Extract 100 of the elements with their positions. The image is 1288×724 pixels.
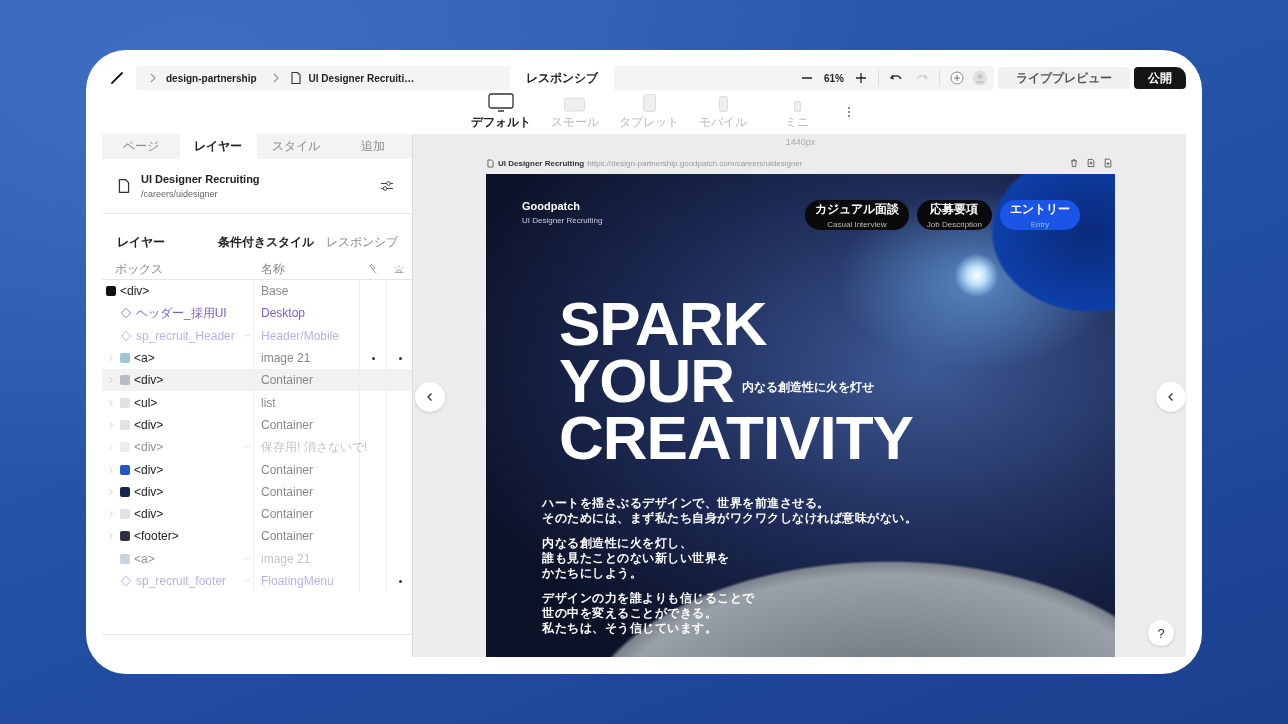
layer-tag: <div> <box>134 507 253 522</box>
headline-text: YOUR <box>559 352 735 409</box>
page-path: /careers/uidesigner <box>141 189 219 199</box>
layer-name: Header/Mobile <box>261 328 340 343</box>
layer-tag: <div> <box>134 462 253 477</box>
layer-row[interactable]: <div> Container <box>102 369 412 392</box>
nav-button[interactable]: カジュアル面談 Casual Interview <box>804 200 909 230</box>
paragraph-line: そのためには、まず私たち自身がワクワクしなければ意味がない。 <box>542 511 918 526</box>
breadcrumb-link[interactable]: design-partnership <box>166 72 257 84</box>
layer-tag: <div> <box>120 284 253 299</box>
layer-tag: <div> <box>134 373 253 388</box>
column-header: 名称 <box>260 260 286 278</box>
file-icon <box>288 71 303 85</box>
page-title: UI Designer Recruiting <box>498 158 585 168</box>
add-page-icon <box>1103 158 1113 168</box>
mode-tab[interactable]: レスポンシブ <box>326 234 398 251</box>
mode-tab[interactable]: レスポンシブ <box>510 66 614 90</box>
layer-name: Container <box>261 484 314 499</box>
layer-tag: <footer> <box>134 529 253 544</box>
page-url: https://design-partnership.goodpatch.com/careers/uidesigner <box>587 158 803 168</box>
layer-row[interactable]: <ul> list <box>102 391 412 414</box>
caret-icon <box>106 397 116 408</box>
layer-name: Container <box>261 462 314 477</box>
layer-name: image 21 <box>261 551 311 566</box>
paragraph-line: 世の中を変えることができる。 <box>542 606 718 621</box>
sliders-icon <box>380 179 394 193</box>
pin-icon <box>367 263 379 275</box>
layer-name: image 21 <box>261 351 311 366</box>
layer-name: list <box>261 395 276 410</box>
layer-name: 保存用! 消さないで! <box>261 438 367 456</box>
layer-name: Desktop <box>261 306 306 321</box>
plus-icon <box>854 71 868 85</box>
paragraph-line: 内なる創造性に火を灯し、 <box>542 536 693 551</box>
layer-name: Base <box>261 284 289 299</box>
layer-row[interactable]: ヘッダー_採用UI Desktop <box>102 302 412 325</box>
paragraph-line: 私たちは、そう信じています。 <box>542 621 718 636</box>
file-icon <box>486 158 495 168</box>
monitor-icon <box>488 92 514 112</box>
layer-row[interactable]: <footer> Container <box>102 525 412 548</box>
layer-tag: sp_recruit_footer <box>136 574 238 588</box>
device-tab[interactable]: デフォルト <box>468 93 534 131</box>
layer-name: Container <box>261 373 314 388</box>
paragraph-line: かたちにしよう。 <box>542 566 643 581</box>
component-icon <box>120 575 132 587</box>
nav-button[interactable]: 応募要項 Job Description <box>916 200 992 230</box>
previous-button[interactable] <box>415 382 445 412</box>
layer-name: Container <box>261 417 314 432</box>
paragraph-line: ハートを揺さぶるデザインで、世界を前進させる。 <box>542 496 831 511</box>
section-title: レイヤー <box>117 234 166 251</box>
paragraph-line: 誰も見たことのない新しい世界を <box>542 551 731 566</box>
layer-tag: <a> <box>134 551 238 566</box>
plus-circle-icon <box>950 71 964 85</box>
mode-tab[interactable]: 条件付きスタイル <box>218 234 314 251</box>
collapse-button[interactable] <box>1156 382 1186 412</box>
help-button[interactable]: ? <box>1148 620 1174 646</box>
duplicate-button[interactable] <box>1084 156 1098 170</box>
phone-icon <box>718 96 728 112</box>
layer-row[interactable]: <div> Container <box>102 502 412 526</box>
headline-text: SPARK <box>559 295 767 352</box>
column-header: ボックス <box>114 260 164 278</box>
layer-row[interactable]: <div> Container <box>102 480 412 503</box>
layer-tag: <ul> <box>134 395 253 410</box>
caret-icon <box>106 419 116 430</box>
layer-tag: ヘッダー_採用UI <box>136 304 253 322</box>
caret-icon <box>106 531 116 542</box>
site-subtitle: UI Designer Recruiting <box>522 216 603 225</box>
sunrise-icon <box>393 263 405 275</box>
paragraph-line: デザインの力を誰よりも信じることで <box>542 591 756 606</box>
nav-button[interactable]: エントリー Entry <box>1000 200 1080 230</box>
tablet-icon <box>642 94 656 112</box>
caret-icon <box>106 375 116 386</box>
layer-tag: <div> <box>134 440 238 455</box>
layer-tag: <a> <box>134 351 253 366</box>
page-title: UI Designer Recruiting <box>141 173 261 185</box>
component-icon <box>120 307 132 320</box>
layer-tag: <div> <box>134 417 253 432</box>
site-logo[interactable]: Goodpatch <box>522 200 603 212</box>
caret-icon <box>106 464 116 475</box>
layer-name: Container <box>261 507 314 522</box>
publish-button[interactable]: 公開 <box>1134 67 1186 89</box>
copy-icon <box>1086 158 1096 168</box>
avatar-icon <box>972 70 988 86</box>
headline-text: CREATIVITY <box>559 409 913 466</box>
caret-icon <box>106 353 116 364</box>
page-icon <box>116 178 132 194</box>
caret-icon <box>106 509 116 520</box>
layer-row[interactable]: <div> Base <box>102 280 412 303</box>
layer-name: FloatingMenu <box>261 574 334 588</box>
breadcrumb-link[interactable]: UI Designer Recruiti… <box>308 72 415 84</box>
layer-tag: <div> <box>134 484 253 499</box>
screen-icon <box>564 97 586 112</box>
pencil-icon <box>110 71 124 85</box>
layer-row[interactable]: <div> Container <box>102 413 412 437</box>
tagline: 内なる創造性に火を灯せ <box>742 379 875 396</box>
zoom-level: 61% <box>823 72 845 84</box>
layer-row[interactable]: <div> Container <box>102 458 412 481</box>
add-page-button[interactable] <box>1101 156 1115 170</box>
live-preview-button[interactable]: ライブプレビュー <box>998 67 1130 89</box>
panel-tab[interactable]: レイヤー <box>179 134 257 159</box>
phone-icon <box>793 101 801 112</box>
